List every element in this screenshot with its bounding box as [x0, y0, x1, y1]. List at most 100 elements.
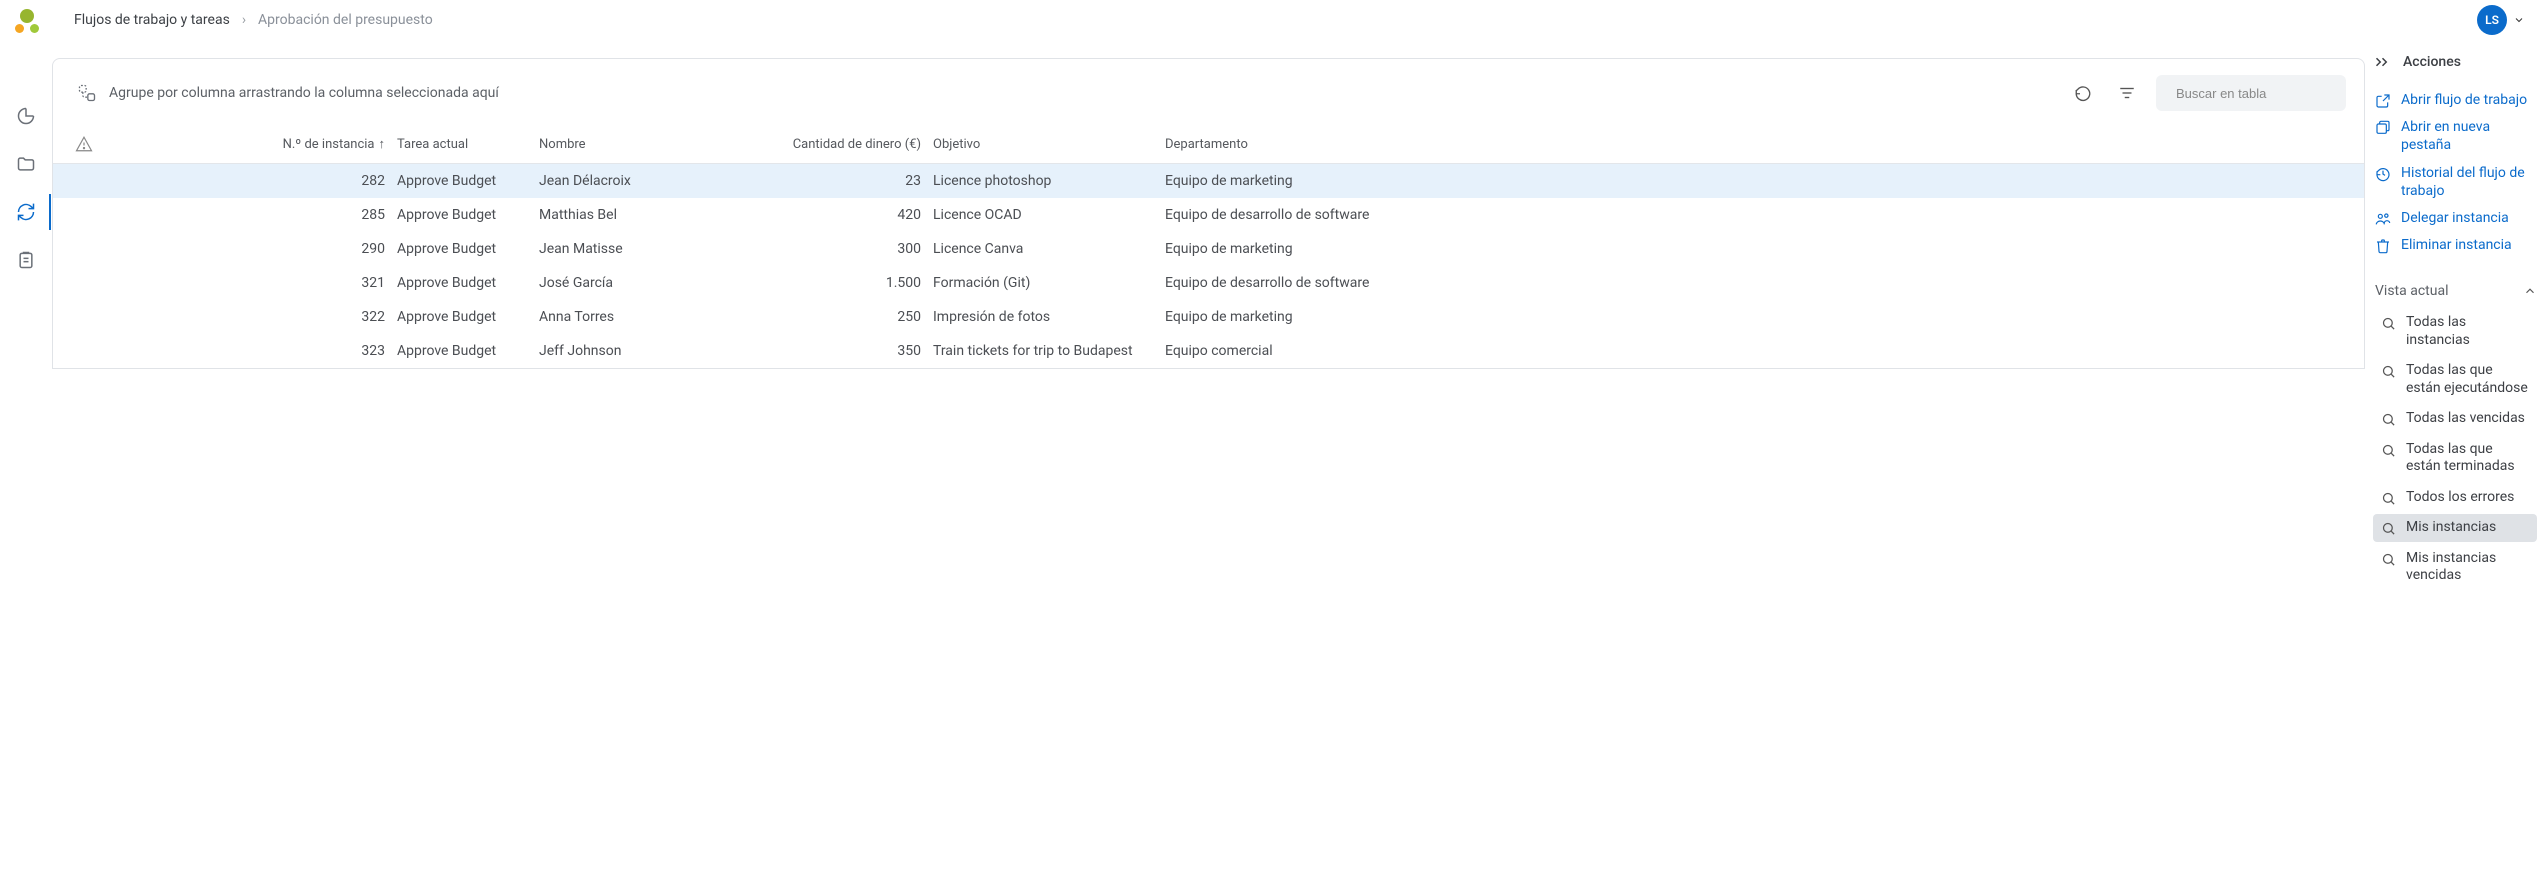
cell-objective: Formación (Git)	[933, 275, 1153, 291]
group-icon	[77, 83, 97, 103]
column-name[interactable]: Nombre	[539, 137, 679, 152]
view-label: Todas las instancias	[2406, 314, 2529, 349]
action-trash[interactable]: Eliminar instancia	[2373, 233, 2537, 257]
view-label: Mis instancias	[2406, 519, 2529, 537]
warning-icon	[75, 135, 93, 153]
column-instance-no[interactable]: N.º de instancia ↑	[145, 136, 385, 152]
search-icon	[2381, 410, 2396, 427]
current-view-header[interactable]: Vista actual	[2375, 283, 2537, 299]
cell-department: Equipo de desarrollo de software	[1165, 275, 2346, 291]
cell-instance-no: 282	[145, 173, 385, 189]
chevron-up-icon	[2523, 284, 2537, 298]
cell-name: Jean Matisse	[539, 241, 679, 257]
table-row[interactable]: 282Approve BudgetJean Délacroix23Licence…	[53, 164, 2364, 198]
cell-objective: Train tickets for trip to Budapest	[933, 343, 1153, 359]
columns-button[interactable]	[2112, 78, 2142, 108]
action-history[interactable]: Historial del flujo de trabajo	[2373, 161, 2537, 203]
action-label: Delegar instancia	[2401, 209, 2535, 227]
breadcrumb-current: Aprobación del presupuesto	[258, 12, 433, 28]
search-icon	[2381, 314, 2396, 331]
table-header: N.º de instancia ↑ Tarea actual Nombre C…	[53, 127, 2364, 164]
table-row[interactable]: 321 Approve Budget José García 1.500 Formaci…	[53, 266, 2364, 300]
cell-objective: Licence photoshop	[933, 173, 1153, 189]
list-filter-icon	[2118, 84, 2136, 102]
new-tab-icon	[2375, 118, 2391, 136]
table-row[interactable]: 285Approve BudgetMatthias Bel420Licence …	[53, 198, 2364, 232]
reset-button[interactable]	[2068, 78, 2098, 108]
app-logo[interactable]	[14, 7, 40, 33]
column-department[interactable]: Departamento	[1165, 137, 2346, 152]
view-item[interactable]: Mis instancias vencidas	[2373, 545, 2537, 590]
view-item[interactable]: Todos los errores	[2373, 484, 2537, 512]
breadcrumb-root[interactable]: Flujos de trabajo y tareas	[74, 12, 230, 28]
cell-department: Equipo de marketing	[1165, 309, 2346, 325]
cell-instance-no: 321	[145, 275, 385, 291]
group-hint-text: Agrupe por columna arrastrando la column…	[109, 85, 499, 101]
actions-header[interactable]: Acciones	[2373, 54, 2537, 70]
view-item[interactable]: Todas las que están terminadas	[2373, 436, 2537, 481]
nav-workflow-icon[interactable]	[10, 196, 42, 228]
cell-amount: 1.500	[691, 275, 921, 291]
user-menu[interactable]: LS	[2477, 5, 2525, 35]
collapse-right-icon	[2375, 56, 2393, 68]
cell-amount: 300	[691, 241, 921, 257]
cell-amount: 420	[691, 207, 921, 223]
cell-name: Anna Torres	[539, 309, 679, 325]
cell-department: Equipo de desarrollo de software	[1165, 207, 2346, 223]
search-icon	[2381, 489, 2396, 506]
search-input[interactable]	[2176, 86, 2352, 101]
cell-name: Jeff Johnson	[539, 343, 679, 359]
column-objective[interactable]: Objetivo	[933, 137, 1153, 152]
history-icon	[2375, 164, 2391, 182]
sort-ascending-icon: ↑	[379, 136, 386, 152]
view-item[interactable]: Mis instancias	[2373, 514, 2537, 542]
group-by-hint: Agrupe por columna arrastrando la column…	[77, 83, 499, 103]
cell-department: Equipo de marketing	[1165, 173, 2346, 189]
search-icon	[2381, 441, 2396, 458]
undo-icon	[2074, 84, 2092, 102]
action-open-external[interactable]: Abrir flujo de trabajo	[2373, 88, 2537, 112]
cell-amount: 350	[691, 343, 921, 359]
view-label: Todas las vencidas	[2406, 410, 2529, 428]
action-delegate[interactable]: Delegar instancia	[2373, 206, 2537, 230]
action-new-tab[interactable]: Abrir en nueva pestaña	[2373, 115, 2537, 157]
breadcrumb: Flujos de trabajo y tareas › Aprobación …	[74, 12, 433, 28]
cell-task: Approve Budget	[397, 343, 527, 359]
column-amount[interactable]: Cantidad de dinero (€)	[691, 137, 921, 152]
column-current-task[interactable]: Tarea actual	[397, 137, 527, 152]
table-row[interactable]: 322Approve BudgetAnna Torres250Impresión…	[53, 300, 2364, 334]
cell-department: Equipo comercial	[1165, 343, 2346, 359]
view-item[interactable]: Todas las instancias	[2373, 309, 2537, 354]
search-icon	[2381, 519, 2396, 536]
open-external-icon	[2375, 91, 2391, 109]
view-item[interactable]: Todas las vencidas	[2373, 405, 2537, 433]
avatar: LS	[2477, 5, 2507, 35]
cell-instance-no: 290	[145, 241, 385, 257]
cell-task: Approve Budget	[397, 275, 527, 291]
right-panel: Acciones Abrir flujo de trabajo Abrir en …	[2369, 40, 2545, 873]
chevron-down-icon	[2513, 14, 2525, 26]
cell-amount: 250	[691, 309, 921, 325]
cell-objective: Impresión de fotos	[933, 309, 1153, 325]
cell-amount: 23	[691, 173, 921, 189]
cell-objective: Licence Canva	[933, 241, 1153, 257]
nav-chart-icon[interactable]	[10, 100, 42, 132]
table-row[interactable]: 323 Approve Budget Jeff Johnson 350 Train ti…	[53, 334, 2364, 368]
search-icon	[2381, 362, 2396, 379]
cell-department: Equipo de marketing	[1165, 241, 2346, 257]
nav-clipboard-icon[interactable]	[10, 244, 42, 276]
cell-instance-no: 323	[145, 343, 385, 359]
cell-task: Approve Budget	[397, 207, 527, 223]
cell-task: Approve Budget	[397, 173, 527, 189]
view-label: Todos los errores	[2406, 489, 2529, 507]
nav-folder-icon[interactable]	[10, 148, 42, 180]
cell-task: Approve Budget	[397, 309, 527, 325]
delegate-icon	[2375, 209, 2391, 227]
column-warning[interactable]	[75, 135, 133, 153]
cell-name: José García	[539, 275, 679, 291]
table-search[interactable]	[2156, 75, 2346, 111]
action-label: Historial del flujo de trabajo	[2401, 164, 2535, 200]
table-row[interactable]: 290Approve BudgetJean Matisse300Licence …	[53, 232, 2364, 266]
view-item[interactable]: Todas las que están ejecutándose	[2373, 357, 2537, 402]
action-label: Eliminar instancia	[2401, 236, 2535, 254]
